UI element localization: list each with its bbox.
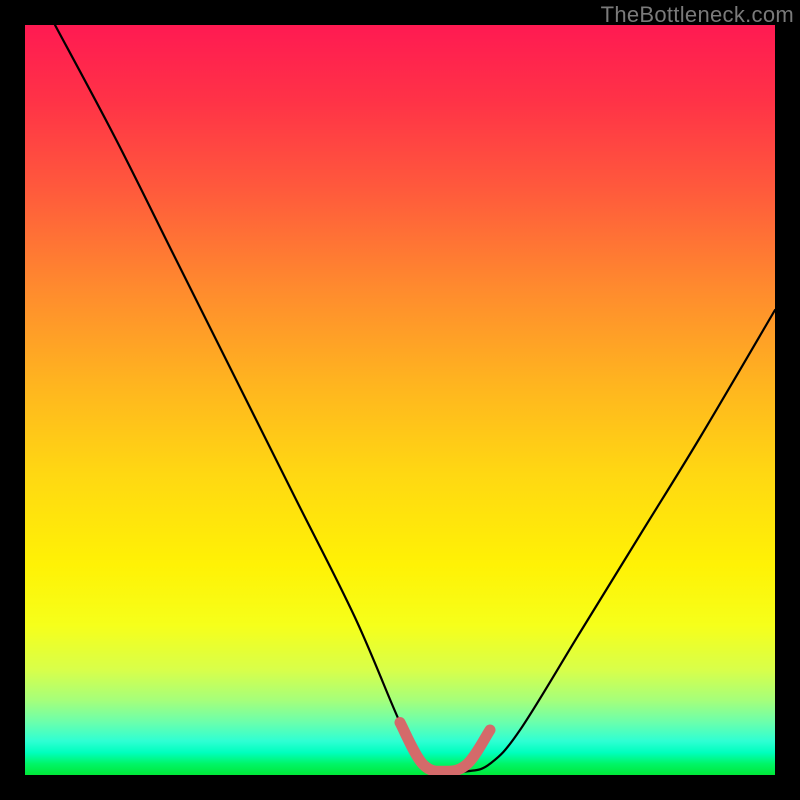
chart-stage: TheBottleneck.com [0, 0, 800, 800]
highlight-band-path [400, 723, 490, 772]
curve-layer [25, 25, 775, 775]
bottleneck-curve-path [55, 25, 775, 772]
plot-area [25, 25, 775, 775]
